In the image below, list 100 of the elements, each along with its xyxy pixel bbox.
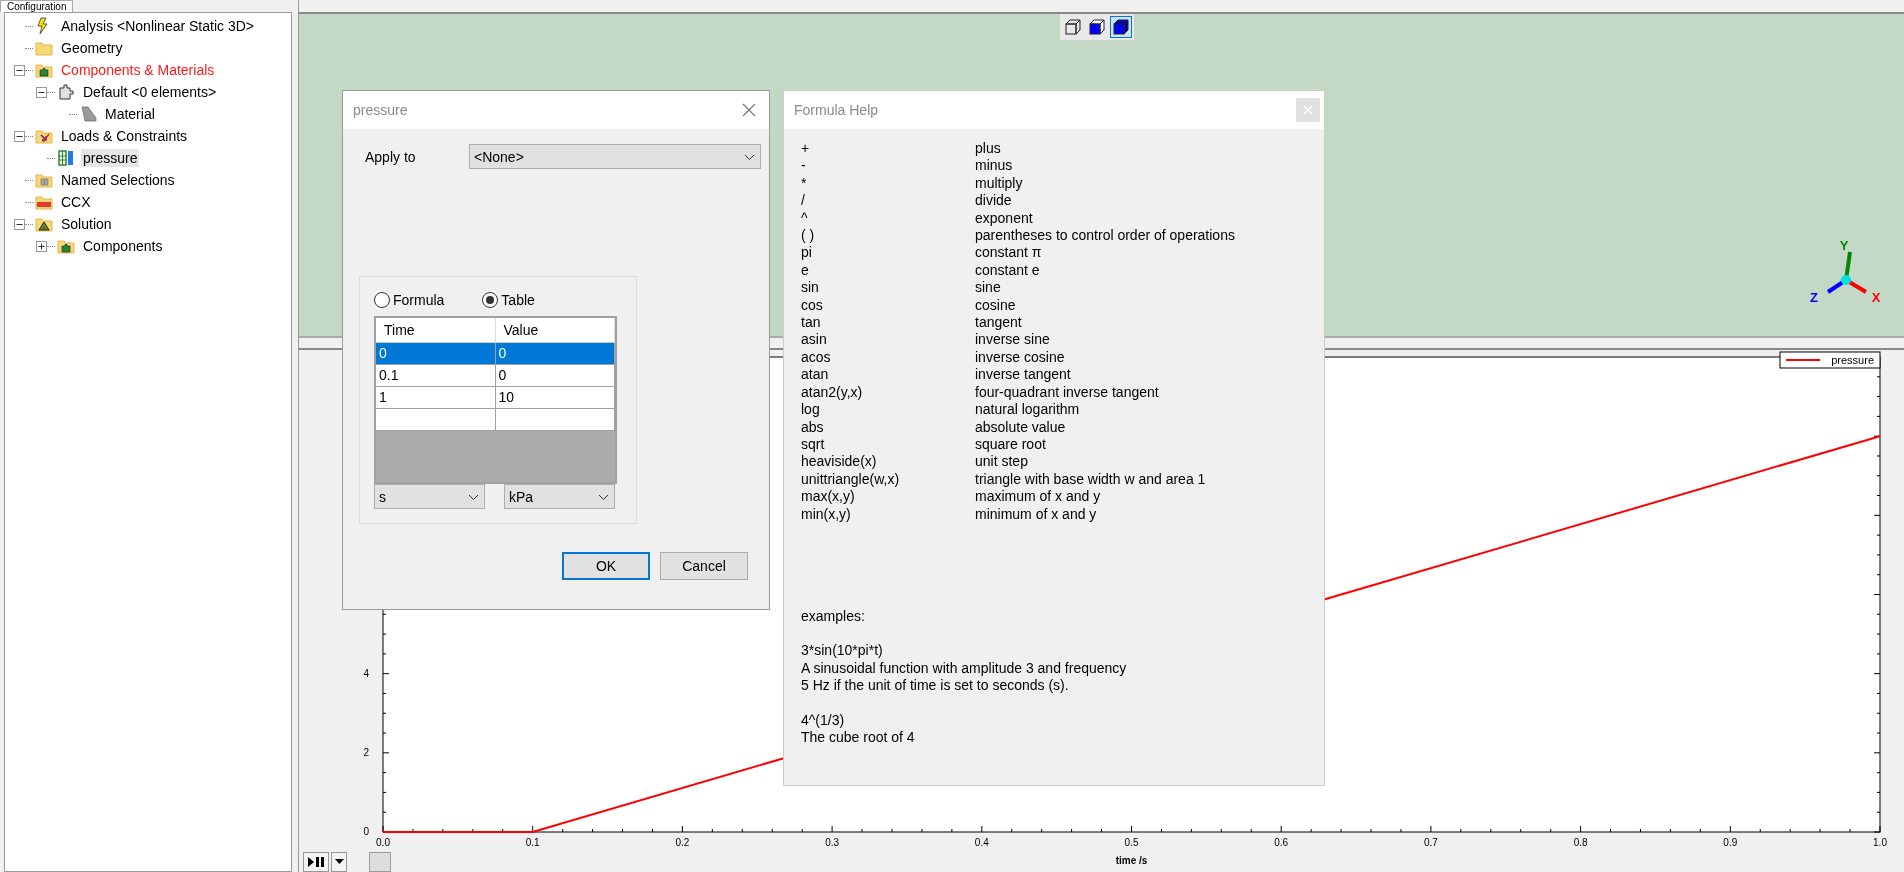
cancel-button[interactable]: Cancel <box>660 552 748 580</box>
column-header[interactable]: Value <box>495 318 615 342</box>
panel-tab[interactable]: Configuration <box>0 0 74 12</box>
x-tick-label: 0.8 <box>1573 837 1588 848</box>
description-text: constant e <box>975 261 1041 280</box>
operator-text: + <box>801 140 811 158</box>
tree-item[interactable]: Loads & Constraints <box>59 127 190 145</box>
operator-text: max(x,y) <box>801 488 856 506</box>
close-icon <box>742 103 756 117</box>
x-tick-label: 0.7 <box>1423 837 1438 848</box>
ok-button[interactable]: OK <box>562 552 650 580</box>
caret-icon <box>334 859 344 865</box>
unit-dropdown[interactable]: kPa <box>504 484 615 509</box>
x-axis-label: time /s <box>1115 855 1148 866</box>
operator-text: * <box>801 174 808 193</box>
table-cell: 0.1 <box>376 365 496 386</box>
collapse-icon[interactable] <box>35 86 47 98</box>
arrow-folder-icon <box>35 127 53 145</box>
window-title: Formula Help <box>794 102 879 118</box>
operator-text: / <box>801 192 806 210</box>
puzzle-folder-icon <box>35 61 53 79</box>
apply-to-dropdown[interactable]: <None> <box>469 144 761 169</box>
description-text: divide <box>975 192 1013 210</box>
column-header[interactable]: Time <box>376 318 496 342</box>
unit-dropdown[interactable]: s <box>374 484 485 509</box>
table-cell: 0 <box>495 343 615 364</box>
operator-text: cos <box>801 296 824 315</box>
tree-item[interactable]: Material <box>103 105 157 123</box>
field-label: Apply to <box>364 148 417 165</box>
x-tick-label: 0.2 <box>675 837 690 848</box>
table-row[interactable]: 1 10 <box>376 387 615 409</box>
operator-text: abs <box>801 418 825 436</box>
description-text: natural logarithm <box>975 401 1081 419</box>
operator-text: sin <box>801 279 820 297</box>
radio-button[interactable]: Table <box>482 292 535 308</box>
new-table-row[interactable] <box>376 409 615 431</box>
description-text: four-quadrant inverse tangent <box>975 383 1160 402</box>
table-cell: 10 <box>495 387 615 408</box>
formula-example: 4^(1/3) <box>801 711 846 729</box>
view-mode-button[interactable] <box>1109 16 1132 38</box>
cube-icon <box>1110 17 1131 37</box>
tree-item[interactable]: Solution <box>59 215 114 233</box>
tree-item[interactable]: Geometry <box>59 39 125 57</box>
expand-icon[interactable] <box>35 240 47 252</box>
close-icon <box>1303 105 1313 115</box>
description-text: square root <box>975 435 1047 454</box>
operator-text: atan <box>801 366 830 384</box>
puzzle-folder-icon <box>57 237 75 255</box>
description-text: triangle with base width w and area 1 <box>975 470 1207 489</box>
table-cell: 0 <box>376 343 496 364</box>
y-tick-label: 0 <box>363 826 369 837</box>
tree-item[interactable]: CCX <box>59 193 93 211</box>
operator-text: asin <box>801 331 828 349</box>
triangle-folder-icon <box>35 215 53 233</box>
puzzle-icon <box>57 83 75 101</box>
description-text: sine <box>975 279 1002 297</box>
description-text: tangent <box>975 314 1023 332</box>
operator-text: ( ) <box>801 227 816 245</box>
x-tick-label: 1.0 <box>1873 837 1887 848</box>
operator-text: sqrt <box>801 435 826 454</box>
folder-icon <box>35 39 53 57</box>
operator-text: pi <box>801 244 813 262</box>
description-text: minimum of x and y <box>975 505 1098 523</box>
tree-item[interactable]: Components <box>81 237 165 255</box>
chevron-icon <box>744 154 755 161</box>
table-row[interactable]: 0.1 0 <box>376 365 615 387</box>
description-text: inverse cosine <box>975 348 1066 367</box>
operator-text: log <box>801 401 821 419</box>
description-text: absolute value <box>975 418 1067 436</box>
examples-heading: examples: <box>801 607 866 626</box>
tagged-folder-icon <box>35 193 53 211</box>
collapse-icon[interactable] <box>13 130 25 142</box>
tree-item[interactable]: Named Selections <box>59 171 177 189</box>
table-cell: 1 <box>376 387 496 408</box>
tree-item[interactable]: Analysis <Nonlinear Static 3D> <box>59 17 256 35</box>
table-row[interactable]: 0 0 <box>376 343 615 365</box>
operator-text: acos <box>801 348 832 367</box>
operator-text: unittriangle(w,x) <box>801 470 901 489</box>
description-text: maximum of x and y <box>975 488 1102 506</box>
operator-text: e <box>801 261 810 280</box>
x-tick-label: 0.4 <box>974 837 989 848</box>
example-description: The cube root of 4 <box>801 728 916 747</box>
axis-triad-drawing: X Y Z <box>1800 240 1892 312</box>
tree-item[interactable]: pressure <box>81 149 140 167</box>
tree-item[interactable]: Components & Materials <box>59 61 217 79</box>
collapse-icon[interactable] <box>13 218 25 230</box>
tree-item[interactable]: Default <0 elements> <box>81 83 219 101</box>
formula-example: 3*sin(10*pi*t) <box>801 642 884 660</box>
dropdown-button[interactable] <box>331 852 347 872</box>
chevron-icon <box>468 494 479 501</box>
description-text: minus <box>975 157 1014 175</box>
example-description: A sinusoidal function with amplitude 3 and frequency <box>801 659 1128 678</box>
operator-text: - <box>801 157 807 175</box>
plate-icon <box>79 105 97 123</box>
example-description: 5 Hz if the unit of time is set to seconds (s). <box>801 677 1070 695</box>
x-tick-label: 0.5 <box>1124 837 1139 848</box>
x-tick-label: 0.9 <box>1723 837 1738 848</box>
radio-button[interactable]: Formula <box>374 292 445 308</box>
collapse-icon[interactable] <box>13 64 25 76</box>
play-pause-button[interactable] <box>303 852 329 872</box>
